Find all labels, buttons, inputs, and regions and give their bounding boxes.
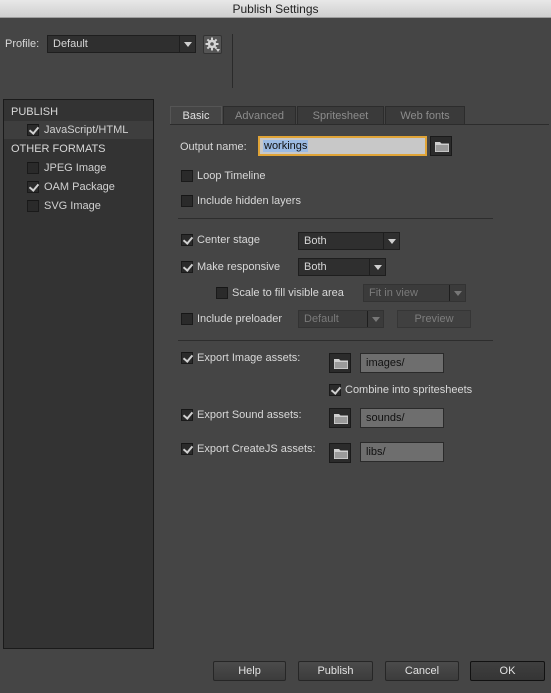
chevron-down-icon (179, 36, 195, 52)
window-title-bar: Publish Settings (0, 0, 551, 18)
chevron-down-icon (383, 233, 399, 249)
center-stage-value: Both (304, 235, 327, 247)
export-sound-label: Export Sound assets: (197, 409, 302, 421)
createjs-path-value: libs/ (366, 446, 386, 458)
scale-to-fill-dropdown[interactable]: Fit in view (363, 284, 466, 302)
createjs-folder-button[interactable] (329, 443, 351, 463)
profile-value: Default (53, 38, 88, 50)
chevron-down-icon (367, 311, 383, 327)
preview-button[interactable]: Preview (397, 310, 471, 328)
tab-strip-divider (170, 124, 549, 125)
preloader-value: Default (304, 313, 339, 325)
output-name-input[interactable]: workings (258, 136, 427, 156)
chevron-down-icon (449, 285, 465, 301)
sound-path-value: sounds/ (366, 412, 405, 424)
sound-folder-button[interactable] (329, 408, 351, 428)
gear-icon (205, 37, 220, 52)
profile-settings-gear-button[interactable] (203, 35, 222, 54)
cancel-button[interactable]: Cancel (385, 661, 459, 681)
jpeg-checkbox[interactable] (27, 162, 39, 174)
tab-web-fonts[interactable]: Web fonts (385, 106, 465, 125)
loop-timeline-checkbox[interactable] (181, 170, 193, 182)
folder-icon (334, 449, 348, 459)
include-preloader-checkbox[interactable] (181, 313, 193, 325)
oam-checkbox[interactable] (27, 181, 39, 193)
format-list-panel: PUBLISH JavaScript/HTML OTHER FORMATS JP… (3, 99, 154, 649)
other-formats-header: OTHER FORMATS (11, 143, 106, 155)
section-divider (178, 218, 493, 219)
include-hidden-layers-checkbox[interactable] (181, 195, 193, 207)
header-divider (232, 34, 233, 88)
javascript-html-checkbox[interactable] (27, 124, 39, 136)
createjs-path-input[interactable]: libs/ (360, 442, 444, 462)
format-item-jpeg[interactable]: JPEG Image (4, 159, 153, 177)
format-item-javascript-html[interactable]: JavaScript/HTML (4, 121, 153, 139)
image-path-value: images/ (366, 357, 405, 369)
make-responsive-label: Make responsive (197, 261, 281, 273)
output-name-value: workings (263, 140, 309, 152)
format-item-label: OAM Package (44, 181, 115, 193)
export-image-label: Export Image assets: (197, 352, 301, 364)
export-createjs-checkbox[interactable] (181, 443, 193, 455)
make-responsive-value: Both (304, 261, 327, 273)
center-stage-checkbox[interactable] (181, 234, 193, 246)
svg-checkbox[interactable] (27, 200, 39, 212)
profile-dropdown[interactable]: Default (47, 35, 196, 53)
scale-to-fill-value: Fit in view (369, 287, 418, 299)
tab-spritesheet[interactable]: Spritesheet (297, 106, 384, 125)
scale-to-fill-label: Scale to fill visible area (232, 287, 344, 299)
tab-basic[interactable]: Basic (170, 106, 222, 125)
make-responsive-dropdown[interactable]: Both (298, 258, 386, 276)
format-item-label: JavaScript/HTML (44, 124, 129, 136)
format-item-label: JPEG Image (44, 162, 107, 174)
make-responsive-checkbox[interactable] (181, 261, 193, 273)
include-hidden-layers-label: Include hidden layers (197, 195, 301, 207)
combine-spritesheets-label: Combine into spritesheets (345, 384, 473, 396)
folder-icon (334, 414, 348, 424)
export-sound-checkbox[interactable] (181, 409, 193, 421)
image-path-input[interactable]: images/ (360, 353, 444, 373)
profile-label: Profile: (5, 38, 40, 50)
chevron-down-icon (369, 259, 385, 275)
format-item-label: SVG Image (44, 200, 101, 212)
include-preloader-label: Include preloader (197, 313, 283, 325)
format-item-oam[interactable]: OAM Package (4, 178, 153, 196)
ok-button[interactable]: OK (470, 661, 545, 681)
image-folder-button[interactable] (329, 353, 351, 373)
preloader-dropdown[interactable]: Default (298, 310, 384, 328)
export-image-checkbox[interactable] (181, 352, 193, 364)
window-title: Publish Settings (232, 2, 319, 16)
output-name-label: Output name: (180, 141, 247, 153)
loop-timeline-label: Loop Timeline (197, 170, 266, 182)
center-stage-label: Center stage (197, 234, 260, 246)
folder-icon (435, 142, 449, 152)
combine-spritesheets-checkbox[interactable] (329, 384, 341, 396)
help-button[interactable]: Help (213, 661, 286, 681)
section-divider (178, 340, 493, 341)
output-browse-button[interactable] (430, 136, 452, 156)
sound-path-input[interactable]: sounds/ (360, 408, 444, 428)
folder-icon (334, 359, 348, 369)
format-item-svg[interactable]: SVG Image (4, 197, 153, 215)
center-stage-dropdown[interactable]: Both (298, 232, 400, 250)
export-createjs-label: Export CreateJS assets: (197, 443, 316, 455)
publish-header: PUBLISH (11, 106, 59, 118)
scale-to-fill-checkbox[interactable] (216, 287, 228, 299)
tab-advanced[interactable]: Advanced (223, 106, 296, 125)
publish-button[interactable]: Publish (298, 661, 373, 681)
